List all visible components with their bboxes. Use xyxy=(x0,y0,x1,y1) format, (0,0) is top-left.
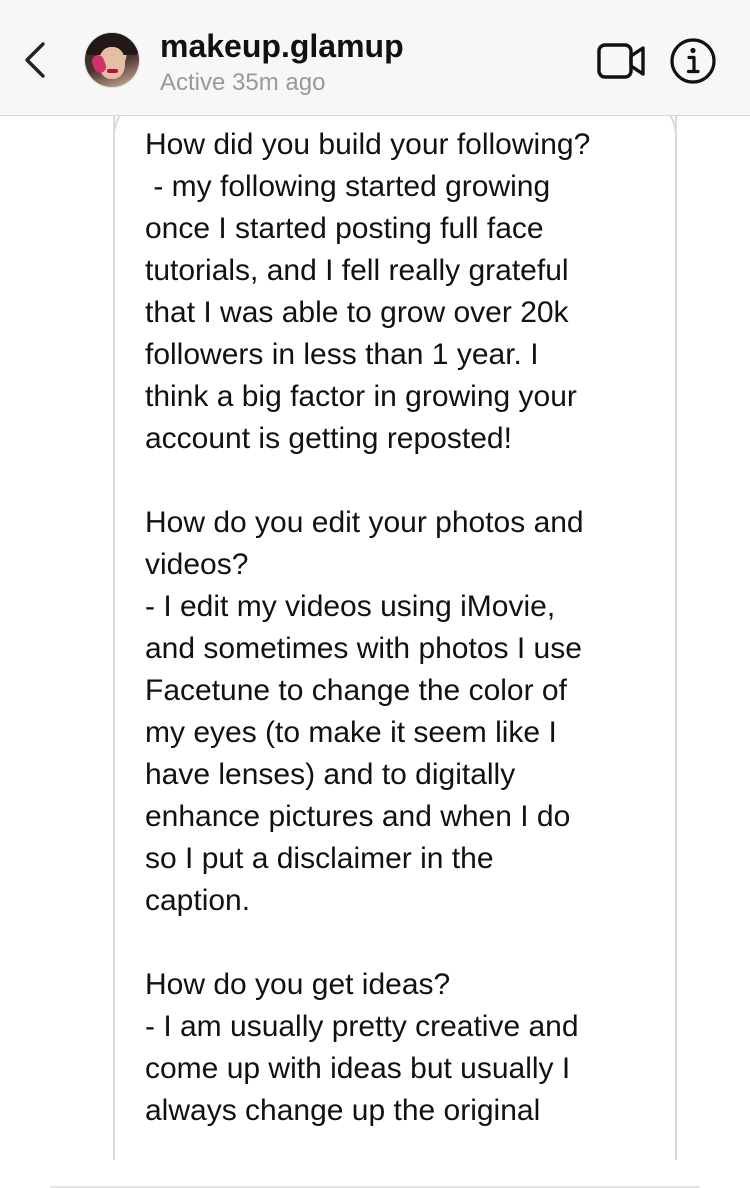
chevron-left-icon[interactable] xyxy=(18,38,52,82)
chat-header: makeup.glamup Active 35m ago xyxy=(0,0,750,116)
active-status: Active 35m ago xyxy=(160,69,326,96)
avatar[interactable] xyxy=(85,33,139,87)
message-bubble[interactable]: How did you build your following? - my f… xyxy=(113,96,677,1160)
video-camera-icon[interactable] xyxy=(596,40,648,82)
message-text: How did you build your following? - my f… xyxy=(145,128,591,1127)
info-icon[interactable] xyxy=(668,36,718,86)
chat-username[interactable]: makeup.glamup xyxy=(160,26,404,66)
